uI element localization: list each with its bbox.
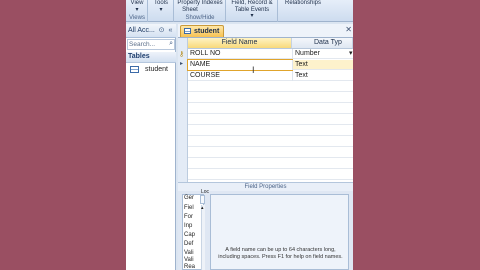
table-row[interactable] [188,93,353,103]
primary-key-icon: ⚷ [179,51,185,58]
field-grid: Field Name Data Typ ⚷ ROLL NO Number ▾ ▸… [178,37,353,188]
ribbon-group-views: View ▾ Views [126,0,148,22]
navigation-pane: All Acc... ⊙ « Search... ⌕ Tables studen… [126,24,176,270]
ribbon-caption-show-hide: Show/Hide [185,15,215,21]
nav-search-input[interactable]: Search... [129,41,155,48]
chevron-down-icon[interactable]: ▾ [149,7,173,14]
tab-label: student [194,28,220,35]
property-list[interactable]: Ger Loc Fiel For Inp Cap Def Vali Vali R… [182,189,209,270]
table-row[interactable] [188,137,353,147]
data-type-cell[interactable]: Text [292,60,353,70]
property-item[interactable]: Rea [184,264,195,270]
table-row[interactable] [188,104,353,114]
property-help-panel: A field name can be up to 64 characters … [210,194,349,270]
ribbon-group-relationships: Relationships [278,0,328,22]
ribbon-caption-views: Views [129,15,145,21]
property-item[interactable]: Fiel [184,205,194,211]
data-type-cell[interactable]: Text [292,71,353,81]
field-name-cell[interactable]: NAME [187,59,293,71]
property-item[interactable]: Def [184,241,193,247]
chevron-down-icon[interactable]: ▾ [127,7,147,14]
access-window: View ▾ Views Tools ▾ Property Indexes Sh… [126,0,353,270]
view-button[interactable]: View [127,0,147,7]
ribbon-group-tools: Tools ▾ [148,0,174,22]
close-icon[interactable]: ✕ [345,25,352,34]
data-type-dropdown-icon[interactable]: ▾ [347,49,353,59]
table-row[interactable]: ▸ NAME Text [180,59,353,71]
table-row[interactable] [188,170,353,180]
data-macros-button[interactable]: Field, Record & [227,0,277,7]
current-row-icon: ▸ [180,61,184,67]
tab-lookup-label[interactable]: Loc [201,189,209,195]
nav-header[interactable]: All Acc... ⊙ « [126,24,176,38]
column-header-data-type[interactable]: Data Typ [292,38,353,49]
sheet-label[interactable]: Sheet [175,7,205,14]
nav-item-label: student [145,66,168,73]
tools-button[interactable]: Tools [149,0,173,7]
column-header-field-name[interactable]: Field Name [188,38,292,49]
table-icon [130,66,139,73]
nav-search-field[interactable]: Search... ⌕ [127,39,175,50]
nav-item-student[interactable]: student [130,65,174,75]
table-row[interactable] [188,148,353,158]
nav-title[interactable]: All Acc... [128,27,155,34]
property-scrollbar[interactable] [201,205,205,270]
search-icon[interactable]: ⌕ [169,40,173,48]
ribbon-group-show-hide: Property Indexes Sheet Show/Hide [174,0,226,22]
table-row[interactable] [188,126,353,136]
table-row[interactable]: COURSE Text [188,71,353,81]
property-item[interactable]: Vali [184,250,194,256]
scroll-up-icon[interactable]: ▴ [201,205,204,211]
nav-group-label: Tables [128,53,150,60]
tab-lookup[interactable] [200,195,205,204]
table-row[interactable] [188,115,353,125]
ribbon: View ▾ Views Tools ▾ Property Indexes Sh… [126,0,353,22]
table-design-view: student ✕ Field Name Data Typ ⚷ ROLL NO … [178,24,353,270]
table-row[interactable]: ⚷ ROLL NO Number ▾ [179,49,353,59]
table-row[interactable] [188,82,353,92]
table-icon [184,28,191,34]
nav-group-tables[interactable]: Tables [126,52,176,63]
property-sheet-button[interactable]: Property Indexes [175,0,225,7]
field-name-cell[interactable]: ROLL NO [188,49,292,59]
table-row[interactable] [188,159,353,169]
data-type-cell[interactable]: Number [292,49,347,59]
property-item[interactable]: Cap [184,232,195,238]
text-cursor-icon: I [252,65,255,75]
property-item[interactable]: Inp [184,223,192,229]
tab-student[interactable]: student [180,25,224,37]
chevron-down-icon[interactable]: ▾ [227,13,277,20]
nav-dropdown-icon[interactable]: ⊙ [157,26,166,35]
field-name-cell[interactable]: COURSE [188,71,292,81]
field-properties-pane: Ger Loc Fiel For Inp Cap Def Vali Vali R… [178,189,353,270]
ribbon-group-events: Field, Record & Table Events ▾ [226,0,278,22]
property-item[interactable]: For [184,214,193,220]
tab-general[interactable]: Ger [184,195,194,201]
relationships-button[interactable]: Relationships [279,0,327,7]
property-item[interactable]: Vali [184,257,194,263]
help-text: A field name can be up to 64 characters … [218,247,343,260]
nav-collapse-icon[interactable]: « [166,26,175,35]
